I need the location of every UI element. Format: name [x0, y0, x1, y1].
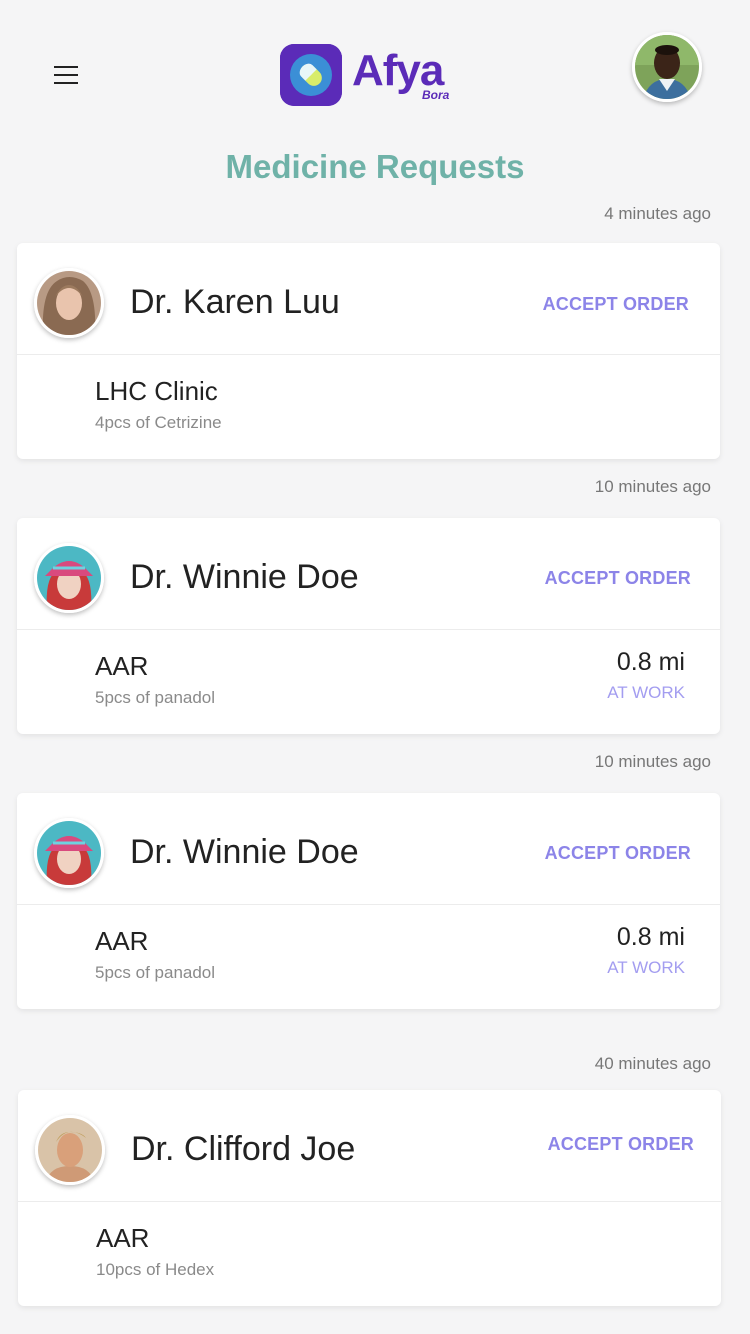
- accept-order-button[interactable]: ACCEPT ORDER: [545, 843, 691, 864]
- request-card: Dr. Winnie Doe ACCEPT ORDER AAR 5pcs of …: [17, 793, 720, 1009]
- card-header: Dr. Clifford Joe ACCEPT ORDER: [18, 1090, 721, 1202]
- clinic-name: AAR: [95, 926, 149, 956]
- location-label: AT WORK: [607, 683, 685, 702]
- clinic-name: AAR: [96, 1223, 150, 1253]
- accept-order-button[interactable]: ACCEPT ORDER: [548, 1134, 694, 1155]
- location-label: AT WORK: [607, 958, 685, 977]
- doctor-name: Dr. Karen Luu: [130, 283, 340, 321]
- accept-order-button[interactable]: ACCEPT ORDER: [545, 568, 691, 589]
- page-title: Medicine Requests: [225, 148, 525, 185]
- user-profile-avatar[interactable]: [632, 32, 702, 102]
- request-time: 4 minutes ago: [604, 204, 711, 223]
- card-header: Dr. Winnie Doe ACCEPT ORDER: [17, 518, 720, 630]
- hamburger-menu-icon[interactable]: [54, 66, 78, 86]
- app-header: Afya Bora: [0, 0, 750, 140]
- distance: 0.8 mi: [616, 923, 685, 951]
- request-time: 10 minutes ago: [594, 477, 711, 496]
- doctor-name: Dr. Clifford Joe: [131, 1130, 356, 1168]
- distance: 0.8 mi: [616, 648, 685, 676]
- accept-order-button[interactable]: ACCEPT ORDER: [543, 294, 689, 315]
- order-details: 5pcs of panadol: [95, 963, 216, 982]
- clinic-name: AAR: [95, 651, 149, 681]
- app-logo: Afya Bora: [280, 44, 460, 106]
- logo-subtext: Bora: [422, 88, 450, 102]
- order-details: 5pcs of panadol: [95, 688, 216, 707]
- card-header: Dr. Winnie Doe ACCEPT ORDER: [17, 793, 720, 905]
- doctor-name: Dr. Winnie Doe: [130, 833, 359, 871]
- clinic-name: LHC Clinic: [95, 376, 218, 406]
- order-details: 10pcs of Hedex: [96, 1260, 215, 1279]
- doctor-avatar: [34, 543, 104, 613]
- pill-logo-icon: [280, 44, 342, 106]
- request-time: 10 minutes ago: [594, 752, 711, 771]
- request-card: Dr. Winnie Doe ACCEPT ORDER AAR 5pcs of …: [17, 518, 720, 734]
- doctor-avatar: [34, 818, 104, 888]
- doctor-avatar: [35, 1115, 105, 1185]
- request-card: Dr. Karen Luu ACCEPT ORDER LHC Clinic 4p…: [17, 243, 720, 459]
- doctor-name: Dr. Winnie Doe: [130, 558, 359, 596]
- request-time: 40 minutes ago: [594, 1054, 711, 1073]
- doctor-avatar: [34, 268, 104, 338]
- request-card: Dr. Clifford Joe ACCEPT ORDER AAR 10pcs …: [18, 1090, 721, 1306]
- card-header: Dr. Karen Luu ACCEPT ORDER: [17, 243, 720, 355]
- order-details: 4pcs of Cetrizine: [95, 413, 222, 432]
